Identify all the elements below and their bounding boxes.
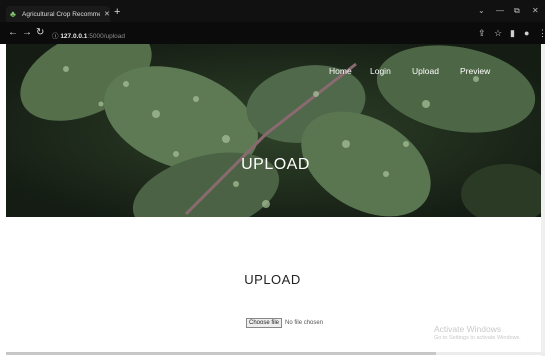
profile-icon[interactable]: ● xyxy=(524,29,529,38)
choose-file-button[interactable]: Choose file xyxy=(246,318,283,328)
address-host: 127.0.0.1 xyxy=(60,33,88,40)
browser-toolbar: ← → ↻ ⓘ 127.0.0.1:5000/upload ⇪ ☆ ▮ ● ⋮ xyxy=(0,24,545,44)
activate-windows-watermark: Activate Windows Go to Settings to activ… xyxy=(434,324,521,341)
nav-login[interactable]: Login xyxy=(370,66,391,76)
watermark-subtitle: Go to Settings to activate Windows. xyxy=(434,335,521,341)
page-title: UPLOAD xyxy=(244,272,301,287)
browser-chrome: ♣ Agricultural Crop Recommendat ✕ + ⌄ — … xyxy=(0,0,545,44)
share-icon[interactable]: ⇪ xyxy=(478,29,486,38)
forward-arrow-icon[interactable]: → xyxy=(22,28,32,38)
menu-icon[interactable]: ⋮ xyxy=(538,29,545,38)
watermark-title: Activate Windows xyxy=(434,324,502,334)
tab-close-icon[interactable]: ✕ xyxy=(104,10,110,18)
new-tab-button[interactable]: + xyxy=(114,7,120,18)
reload-icon[interactable]: ↻ xyxy=(36,28,44,38)
back-arrow-icon[interactable]: ← xyxy=(8,28,18,38)
address-bar[interactable]: ⓘ 127.0.0.1:5000/upload xyxy=(52,30,125,40)
minimize-button[interactable]: — xyxy=(496,6,504,15)
address-path: :5000/upload xyxy=(87,33,126,40)
vertical-scrollbar[interactable] xyxy=(541,44,545,356)
tab-title: Agricultural Crop Recommendat xyxy=(22,10,100,18)
nav-home[interactable]: Home xyxy=(329,66,352,76)
leaf-favicon-icon: ♣ xyxy=(10,9,16,19)
hero-title: UPLOAD xyxy=(241,156,310,173)
star-icon[interactable]: ☆ xyxy=(494,29,502,38)
file-status: No file chosen xyxy=(285,320,324,326)
maximize-button[interactable]: ⧉ xyxy=(514,6,520,16)
hero-banner: Home Login Upload Preview UPLOAD xyxy=(6,44,545,217)
tab-search-icon[interactable]: ⌄ xyxy=(478,6,485,15)
horizontal-scrollbar-thumb[interactable] xyxy=(6,352,436,355)
nav-preview[interactable]: Preview xyxy=(460,66,490,76)
sidebar-icon[interactable]: ▮ xyxy=(510,29,515,38)
nav-upload[interactable]: Upload xyxy=(412,66,439,76)
browser-tab[interactable]: ♣ Agricultural Crop Recommendat ✕ xyxy=(6,6,110,22)
tab-strip: ♣ Agricultural Crop Recommendat ✕ + ⌄ — … xyxy=(0,0,545,22)
close-window-button[interactable]: ✕ xyxy=(532,6,539,15)
file-input: Choose file No file chosen xyxy=(246,318,323,328)
